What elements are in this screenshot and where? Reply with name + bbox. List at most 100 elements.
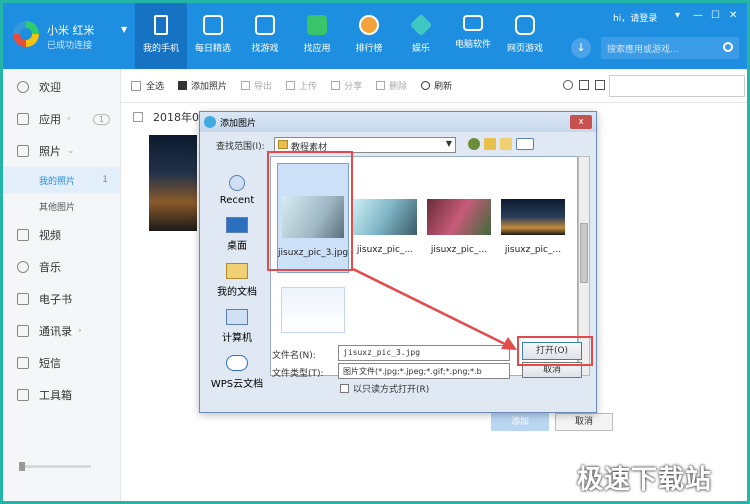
add-photo-label: 添加照片 — [191, 82, 228, 92]
checkbox-icon — [340, 384, 349, 393]
recent-icon — [229, 175, 245, 191]
sidebar-sub-my-photos[interactable]: 我的照片 1 — [3, 167, 120, 193]
minimize-icon[interactable]: — — [693, 10, 703, 21]
sidebar-sub-label: 其他图片 — [39, 202, 76, 213]
login-link[interactable]: hi，请登录 — [613, 11, 657, 24]
device-switcher[interactable]: 小米 红米 已成功连接 ▼ — [13, 17, 133, 57]
share-label: 分享 — [344, 82, 363, 92]
list-icon[interactable] — [595, 80, 605, 90]
toolbox-icon — [17, 389, 29, 401]
export-button[interactable]: 导出 — [241, 79, 272, 92]
select-all-label: 全选 — [146, 82, 165, 92]
back-icon[interactable] — [468, 138, 480, 150]
sidebar-item-apps[interactable]: 应用 › 1 — [3, 103, 120, 135]
sidebar-item-ebooks[interactable]: 电子书 — [3, 283, 120, 315]
sidebar-item-contacts[interactable]: 通讯录 › — [3, 315, 120, 347]
sidebar: 欢迎 应用 › 1 照片 ⌄ 我的照片 1 其他图片 视频 音乐 电子书 通讯录… — [3, 69, 121, 501]
place-computer[interactable]: 计算机 — [206, 298, 268, 344]
nav-web-games[interactable]: 网页游戏 — [499, 3, 551, 69]
clock-icon[interactable] — [563, 80, 573, 90]
filetype-select[interactable]: 图片文件(*.jpg;*.jpeg;*.gif;*.png;*.b — [338, 363, 510, 379]
place-documents[interactable]: 我的文档 — [206, 252, 268, 298]
sidebar-item-label: 通讯录 — [39, 325, 72, 338]
folder-icon[interactable] — [579, 80, 589, 90]
date-group-header: 2018年02 — [133, 109, 206, 125]
search-placeholder: 搜索應用或游戏... — [607, 45, 679, 55]
new-folder-icon[interactable] — [500, 138, 512, 150]
place-wps-cloud[interactable]: WPS云文档 — [206, 344, 268, 390]
file-thumbnail — [281, 287, 345, 333]
upload-label: 上传 — [299, 82, 318, 92]
up-folder-icon[interactable] — [484, 138, 496, 150]
export-icon — [241, 81, 251, 90]
filename-input[interactable]: jisuxz_pic_3.jpg — [338, 345, 510, 361]
readonly-checkbox[interactable]: 以只读方式打开(R) — [340, 382, 429, 395]
date-checkbox[interactable] — [133, 112, 143, 122]
controller-icon — [515, 15, 535, 35]
sidebar-item-sms[interactable]: 短信 — [3, 347, 120, 379]
slider-handle[interactable] — [19, 462, 25, 471]
sidebar-item-photos[interactable]: 照片 ⌄ — [3, 135, 120, 167]
nav-find-apps[interactable]: 找应用 — [291, 3, 343, 69]
desktop-icon — [226, 217, 248, 233]
file-item[interactable]: jisuxz_pic_... — [497, 199, 569, 255]
place-label: 计算机 — [222, 333, 252, 344]
refresh-button[interactable]: 刷新 — [421, 79, 452, 92]
sidebar-item-toolbox[interactable]: 工具箱 — [3, 379, 120, 411]
chevron-down-icon[interactable]: ▼ — [121, 25, 127, 34]
sidebar-sub-label: 我的照片 — [39, 176, 76, 187]
view-menu-icon[interactable] — [516, 138, 534, 150]
download-icon[interactable]: ↓ — [571, 38, 591, 58]
add-button[interactable]: 添加 — [491, 413, 549, 431]
underlying-dialog-buttons: 添加 取消 — [491, 413, 613, 431]
cancel-button[interactable]: 取消 — [555, 413, 613, 431]
my-photos-count: 1 — [102, 175, 108, 185]
file-item[interactable]: jisuxz_pic_... — [349, 199, 421, 255]
search-input[interactable]: 搜索應用或游戏... — [601, 37, 739, 59]
search-icon[interactable] — [723, 42, 733, 52]
chevron-down-icon: ▼ — [445, 139, 452, 148]
scrollbar-thumb[interactable] — [580, 223, 588, 283]
place-desktop[interactable]: 桌面 — [206, 206, 268, 252]
look-in-label: 查找范围(I): — [216, 142, 265, 152]
nav-my-phone[interactable]: 我的手机 — [135, 3, 187, 69]
file-item[interactable]: jisuxz_pic_... — [423, 199, 495, 255]
video-icon — [17, 229, 29, 241]
place-recent[interactable]: Recent — [206, 160, 268, 206]
nav-find-games[interactable]: 找游戏 — [239, 3, 291, 69]
photo-thumbnail[interactable] — [149, 135, 197, 231]
sidebar-item-welcome[interactable]: 欢迎 — [3, 71, 120, 103]
sidebar-item-music[interactable]: 音乐 — [3, 251, 120, 283]
view-options — [563, 80, 605, 90]
place-label: 桌面 — [227, 241, 247, 252]
photo-search-input[interactable] — [609, 75, 745, 97]
app-window: 小米 红米 已成功连接 ▼ 我的手机 每日精选 找游戏 找应用 排行榜 娱乐 电… — [0, 0, 750, 504]
chevron-down-icon: ⌄ — [67, 146, 75, 156]
select-all-checkbox[interactable]: 全选 — [131, 79, 164, 92]
maximize-icon[interactable]: ☐ — [711, 10, 720, 21]
delete-button[interactable]: 删除 — [376, 79, 407, 92]
sidebar-sub-other-images[interactable]: 其他图片 — [3, 193, 120, 219]
menu-icon[interactable]: ▾ — [675, 10, 680, 21]
cloud-icon — [226, 355, 248, 371]
nav-pc-software[interactable]: 电脑软件 — [447, 3, 499, 69]
app-logo-icon — [13, 21, 39, 47]
add-photo-button[interactable]: 添加照片 — [178, 79, 227, 92]
share-button[interactable]: 分享 — [331, 79, 362, 92]
close-icon[interactable]: ✕ — [729, 10, 737, 21]
file-item[interactable] — [277, 287, 349, 343]
place-label: 我的文档 — [217, 287, 257, 298]
nav-daily-picks[interactable]: 每日精选 — [187, 3, 239, 69]
storage-slider[interactable] — [19, 462, 91, 471]
sidebar-item-label: 工具箱 — [39, 389, 72, 402]
phone-icon — [154, 15, 168, 35]
upload-button[interactable]: 上传 — [286, 79, 317, 92]
dialog-close-button[interactable]: x — [570, 115, 592, 129]
highlight-selected-file — [267, 151, 353, 271]
place-label: WPS云文档 — [210, 379, 264, 390]
nav-label: 找游戏 — [251, 44, 279, 54]
welcome-icon — [17, 81, 29, 93]
nav-entertainment[interactable]: 娱乐 — [395, 3, 447, 69]
sidebar-item-video[interactable]: 视频 — [3, 219, 120, 251]
nav-rankings[interactable]: 排行榜 — [343, 3, 395, 69]
